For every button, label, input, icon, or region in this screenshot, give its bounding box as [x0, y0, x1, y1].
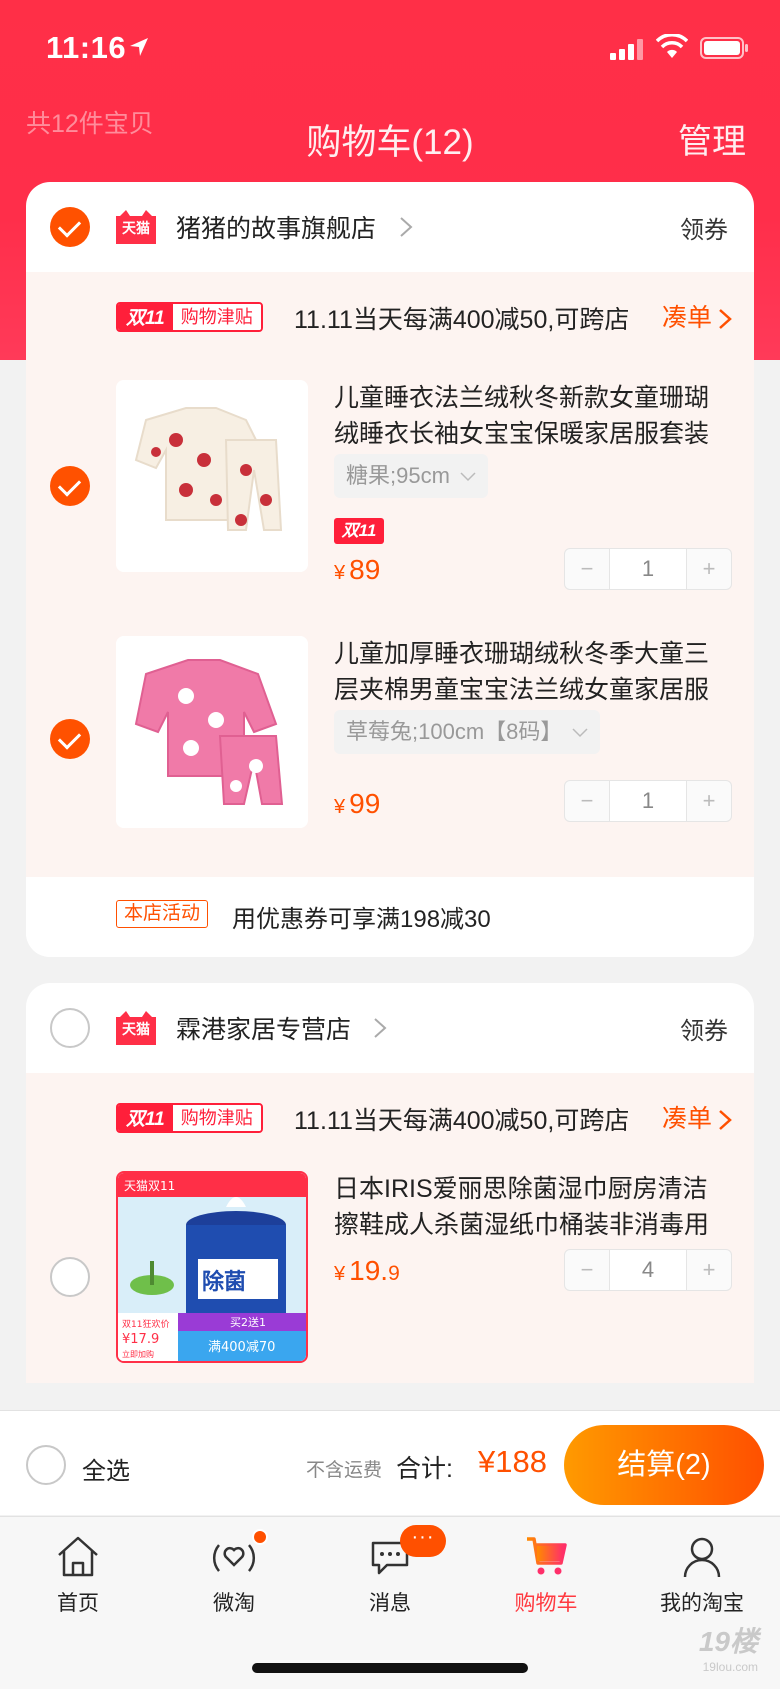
- tab-weitao[interactable]: 微淘: [156, 1529, 312, 1617]
- home-indicator[interactable]: [252, 1663, 528, 1673]
- tab-home[interactable]: 首页: [0, 1531, 156, 1617]
- item-price: ¥19.9: [334, 1255, 400, 1286]
- decrease-quantity-button[interactable]: −: [565, 1250, 609, 1290]
- item-select-checkbox[interactable]: [50, 719, 90, 759]
- double11-allowance-tag: 双11 购物津贴: [116, 1103, 263, 1133]
- item-select-checkbox[interactable]: [50, 466, 90, 506]
- chevron-right-icon: [719, 309, 732, 330]
- item-select-checkbox[interactable]: [50, 1257, 90, 1297]
- add-on-button[interactable]: 凑单: [662, 1099, 732, 1135]
- sku-selector[interactable]: 草莓兔;100cm【8码】: [334, 710, 601, 754]
- cart-item: 天猫双11 除菌 双11狂欢价 ¥17.9 立即加购 买2送1 满400减70: [26, 1163, 754, 1383]
- watermark-logo: 19楼 19lou.com: [698, 1626, 758, 1674]
- shop-card: 天猫 猪猪的故事旗舰店 领券 双11 购物津贴 11.11当天每满400减50,…: [26, 182, 754, 957]
- manage-button[interactable]: 管理: [678, 114, 746, 163]
- item-title[interactable]: 儿童睡衣法兰绒秋冬新款女童珊瑚绒睡衣长袖女宝宝保暖家居服套装: [334, 380, 714, 452]
- chevron-right-icon: [719, 1110, 732, 1131]
- tmall-badge-icon: 天猫: [116, 210, 156, 244]
- double11-allowance-tag: 双11 购物津贴: [116, 302, 263, 332]
- thumb-discount-text: 满400减70: [208, 1340, 275, 1355]
- get-coupon-button[interactable]: 领券: [680, 1011, 728, 1046]
- promo-text: 11.11当天每满400减50,可跨店: [294, 1107, 630, 1135]
- increase-quantity-button[interactable]: +: [687, 1250, 731, 1290]
- status-time: 11:16: [46, 30, 127, 65]
- page-title: 购物车(12): [306, 123, 474, 162]
- quantity-stepper: − 1 +: [564, 548, 732, 590]
- shop-header: 天猫 霖港家居专营店 领券: [26, 983, 754, 1073]
- shop-activity[interactable]: 本店活动 用优惠券可享满198减30: [26, 877, 754, 957]
- promo-bar: 双11 购物津贴 11.11当天每满400减50,可跨店 凑单: [26, 272, 754, 362]
- get-coupon-button[interactable]: 领券: [680, 210, 728, 245]
- shop-select-checkbox[interactable]: [50, 207, 90, 247]
- shop-activity-tag: 本店活动: [116, 900, 209, 928]
- shop-select-checkbox[interactable]: [50, 1008, 90, 1048]
- pajama-image-icon: [116, 636, 308, 828]
- shop-name[interactable]: 霖港家居专营店: [176, 1010, 351, 1046]
- chevron-right-icon[interactable]: [372, 1017, 388, 1039]
- decrease-quantity-button[interactable]: −: [565, 781, 609, 821]
- item-price: ¥89: [334, 554, 381, 585]
- shop-header: 天猫 猪猪的故事旗舰店 领券: [26, 182, 754, 272]
- decrease-quantity-button[interactable]: −: [565, 549, 609, 589]
- tab-my-taobao[interactable]: 我的淘宝: [624, 1531, 780, 1617]
- cart-item: 儿童睡衣法兰绒秋冬新款女童珊瑚绒睡衣长袖女宝宝保暖家居服套装 糖果;95cm 双…: [26, 362, 754, 602]
- location-arrow-icon: [130, 38, 148, 56]
- thumb-product-text: 除菌: [202, 1269, 246, 1295]
- sku-selector[interactable]: 糖果;95cm: [334, 454, 488, 498]
- checkout-bar: 全选 不含运费 合计: ¥188 结算(2): [0, 1410, 780, 1515]
- quantity-stepper: − 1 +: [564, 780, 732, 822]
- quantity-input[interactable]: 4: [609, 1250, 687, 1290]
- shop-name[interactable]: 猪猪的故事旗舰店: [176, 209, 376, 245]
- person-icon: [683, 1537, 721, 1578]
- select-all-checkbox[interactable]: [26, 1445, 66, 1485]
- checkout-button[interactable]: 结算(2): [564, 1425, 764, 1505]
- item-title[interactable]: 日本IRIS爱丽思除菌湿巾厨房清洁擦鞋成人杀菌湿纸巾桶装非消毒用: [334, 1171, 714, 1243]
- item-price: ¥99: [334, 788, 381, 819]
- chevron-down-icon: [460, 472, 476, 482]
- status-bar: 11:16: [0, 0, 780, 100]
- no-shipping-note: 不含运费: [306, 1460, 383, 1481]
- item-title[interactable]: 儿童加厚睡衣珊瑚绒秋冬季大童三层夹棉男童宝宝法兰绒女童家居服: [334, 636, 714, 708]
- increase-quantity-button[interactable]: +: [687, 781, 731, 821]
- promo-bar: 双11 购物津贴 11.11当天每满400减50,可跨店 凑单: [26, 1073, 754, 1163]
- pajama-image-icon: [116, 380, 308, 572]
- total-label: 合计:: [396, 1455, 453, 1483]
- thumb-top-text: 天猫双11: [124, 1179, 175, 1193]
- shop-items-area: 双11 购物津贴 11.11当天每满400减50,可跨店 凑单 天猫双11 除菌: [26, 1073, 754, 1383]
- cart-item: 儿童加厚睡衣珊瑚绒秋冬季大童三层夹棉男童宝宝法兰绒女童家居服 草莓兔;100cm…: [26, 602, 754, 872]
- cart-icon: [527, 1537, 567, 1575]
- thumb-buy-text: 立即加购: [122, 1349, 154, 1359]
- increase-quantity-button[interactable]: +: [687, 549, 731, 589]
- tab-cart[interactable]: 购物车: [468, 1531, 624, 1617]
- wet-wipes-image-icon: 天猫双11 除菌 双11狂欢价 ¥17.9 立即加购 买2送1 满400减70: [118, 1173, 306, 1361]
- shop-card: 天猫 霖港家居专营店 领券 双11 购物津贴 11.11当天每满400减50,可…: [26, 983, 754, 1383]
- double11-badge: 双11: [334, 518, 384, 544]
- chevron-right-icon[interactable]: [398, 216, 414, 238]
- quantity-stepper: − 4 +: [564, 1249, 732, 1291]
- wifi-icon: [656, 34, 688, 58]
- select-all-label[interactable]: 全选: [82, 1451, 130, 1486]
- quantity-input[interactable]: 1: [609, 781, 687, 821]
- home-icon: [58, 1536, 98, 1577]
- product-thumbnail[interactable]: [116, 636, 308, 828]
- thumb-gift-text: 买2送1: [230, 1315, 266, 1329]
- battery-icon: [700, 37, 748, 59]
- chevron-down-icon: [572, 728, 588, 738]
- tab-messages[interactable]: ··· 消息: [312, 1525, 468, 1617]
- thumb-promo-text: 双11狂欢价: [122, 1318, 169, 1330]
- shop-activity-text: 用优惠券可享满198减30: [232, 906, 491, 933]
- add-on-button[interactable]: 凑单: [662, 298, 732, 334]
- promo-text: 11.11当天每满400减50,可跨店: [294, 306, 630, 334]
- product-thumbnail[interactable]: 天猫双11 除菌 双11狂欢价 ¥17.9 立即加购 买2送1 满400减70: [116, 1171, 308, 1363]
- notification-dot: [252, 1529, 268, 1545]
- total-amount: ¥188: [478, 1444, 547, 1479]
- cellular-signal-icon: [610, 39, 643, 60]
- tmall-badge-icon: 天猫: [116, 1011, 156, 1045]
- message-badge: ···: [400, 1525, 446, 1557]
- quantity-input[interactable]: 1: [609, 549, 687, 589]
- shop-items-area: 双11 购物津贴 11.11当天每满400减50,可跨店 凑单 儿童睡衣法兰绒秋…: [26, 272, 754, 877]
- thumb-price-text: ¥17.9: [122, 1332, 159, 1347]
- product-thumbnail[interactable]: [116, 380, 308, 572]
